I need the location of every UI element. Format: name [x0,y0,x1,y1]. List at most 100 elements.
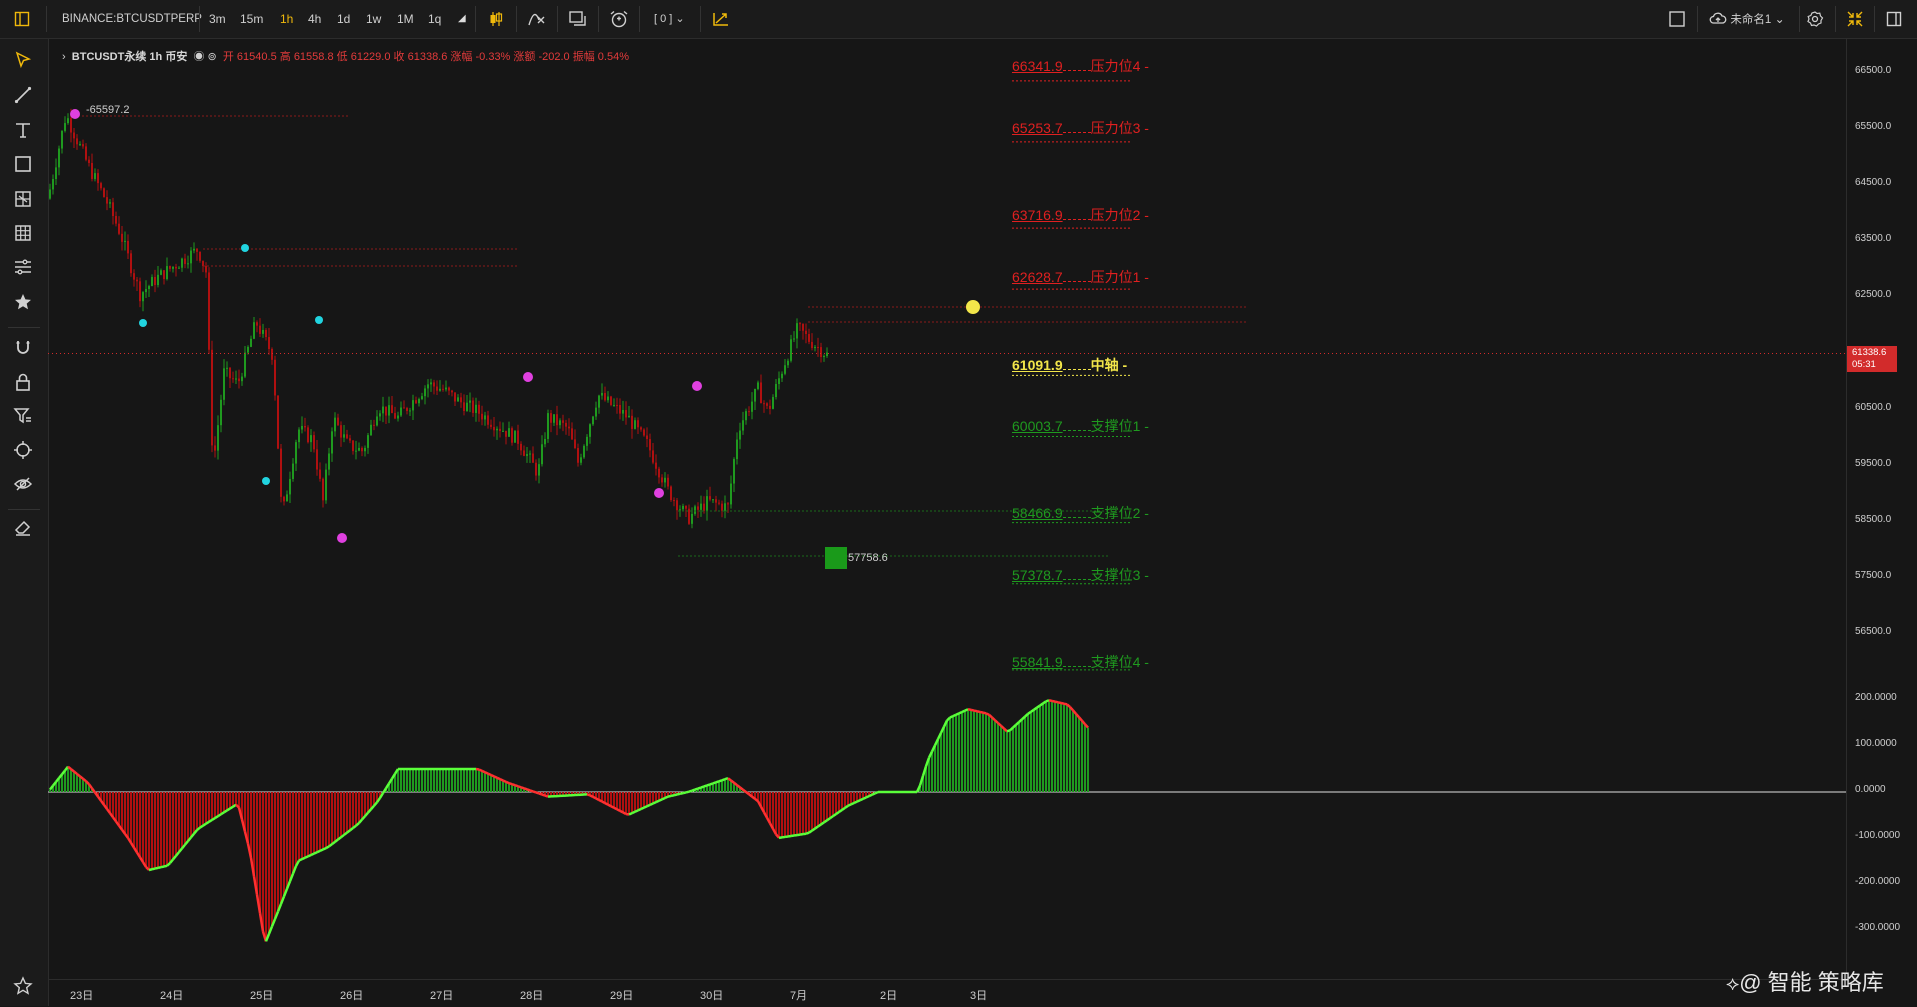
trading-chart-app: BINANCE:BTCUSDTPERP 3m15m1h4h1d1w1M1q ◢ … [0,0,1917,1006]
top-toolbar: BINANCE:BTCUSDTPERP 3m15m1h4h1d1w1M1q ◢ … [0,0,1917,39]
oscillator-signal-line [620,811,623,813]
alarm-icon[interactable] [609,0,629,38]
swing-point-marker [315,316,323,324]
candle-body [481,414,483,420]
time-tick-label: 7月 [790,987,807,1003]
candle-body [154,277,156,285]
settings-gear-icon[interactable] [1806,0,1824,38]
oscillator-signal-line [227,809,230,811]
line-tool-icon[interactable] [12,84,34,106]
oscillator-signal-line [509,783,512,784]
timeframe-15m[interactable]: 15m [240,0,263,38]
candle-body [142,292,144,301]
timeframe-1M[interactable]: 1M [397,0,414,38]
level-value: 66341.9 [1012,58,1063,74]
swing-low-label: 57758.6 [848,552,888,564]
symbol-selector[interactable]: BINANCE:BTCUSDTPERP [62,0,202,38]
crosshair-icon[interactable] [12,439,34,461]
candle-body [751,402,753,412]
oscillator-signal-line [1031,710,1034,712]
pattern-tool-icon[interactable] [12,188,34,210]
candle-body [148,286,150,289]
candle-body [484,415,486,419]
candle-body [187,263,189,264]
oscillator-tick-label: -200.0000 [1855,876,1900,887]
oscillator-signal-line [518,786,521,787]
candle-body [550,413,552,423]
text-tool-icon[interactable] [12,119,34,141]
candle-type-icon[interactable] [487,0,505,38]
candle-body [388,405,390,415]
price-tick-label: 66500.0 [1855,65,1891,76]
oscillator-signal-line [971,710,974,711]
oscillator-signal-line [485,772,488,773]
oscillator-signal-line [698,788,701,789]
pivot-level-label: 58466.9支撑位2 - [1012,503,1149,523]
candle-body [307,427,309,442]
swing-point-marker [966,300,980,314]
fib-tool-icon[interactable] [12,256,34,278]
candle-body [430,382,432,384]
oscillator-signal-line [965,709,968,710]
price-axis[interactable]: 66500.065500.064500.063500.062500.061500… [1846,39,1917,979]
candle-body [286,494,288,501]
candle-body [196,249,198,252]
bracket-dropdown[interactable]: [ 0 ] ⌄ [654,0,685,38]
candle-body [730,484,732,505]
favorite-star-icon[interactable] [12,291,34,313]
rectangle-tool-icon[interactable] [12,153,34,175]
fullscreen-icon[interactable] [1668,0,1686,38]
swing-point-markers [70,109,980,569]
trend-line-icon[interactable] [711,0,731,38]
eraser-icon[interactable] [12,516,34,538]
candle-body [220,400,222,425]
oscillator-signal-line [875,792,878,793]
oscillator-signal-line [830,816,833,818]
right-panel-icon[interactable] [1886,0,1902,38]
timeframe-1h[interactable]: 1h [280,0,293,38]
grid-tool-icon[interactable] [12,222,34,244]
timeframe-1d[interactable]: 1d [337,0,350,38]
candle-body [313,435,315,449]
filter-icon[interactable] [12,405,34,427]
layout-menu[interactable]: 未命名1 ⌄ [1709,0,1785,38]
oscillator-signal-line [641,808,644,809]
pivot-level-label: 61091.9中轴 - [1012,355,1127,375]
candle-body [232,378,234,379]
candle-body [334,418,336,432]
timeframe-dropdown-icon[interactable]: ◢ [458,0,466,38]
watchlist-star-icon[interactable] [12,975,34,997]
cursor-icon[interactable] [12,49,34,71]
compare-icon[interactable] [568,0,588,38]
timeframe-3m[interactable]: 3m [209,0,226,38]
candle-body [682,506,684,509]
candle-body [238,379,240,382]
price-chart[interactable] [48,39,1846,979]
candle-body [280,449,282,497]
sidebar-toggle-icon[interactable] [14,0,30,38]
magnet-icon[interactable] [12,337,34,359]
candle-body [547,413,549,439]
indicator-icon[interactable] [527,0,547,38]
candle-body [535,463,537,476]
time-axis[interactable]: 23日24日25日26日27日28日29日30日7月2日3日 [48,979,1846,1007]
candle-body [820,347,822,357]
timeframe-1w[interactable]: 1w [366,0,381,38]
time-tick-label: 29日 [610,987,633,1003]
candle-body [403,408,405,409]
lock-icon[interactable] [12,371,34,393]
oscillator-signal-line [1007,730,1010,731]
oscillator-signal-line [851,803,854,804]
candle-body [523,450,525,455]
hide-eye-icon[interactable] [12,473,34,495]
oscillator-signal-line [1028,712,1031,714]
collapse-icon[interactable] [1846,0,1864,38]
timeframe-4h[interactable]: 4h [308,0,321,38]
candle-body [205,266,207,272]
candle-body [145,289,147,292]
candle-body [634,420,636,429]
candle-body [421,396,423,399]
timeframe-1q[interactable]: 1q [428,0,441,38]
oscillator-signal-line [1061,703,1064,704]
candle-body [700,504,702,510]
